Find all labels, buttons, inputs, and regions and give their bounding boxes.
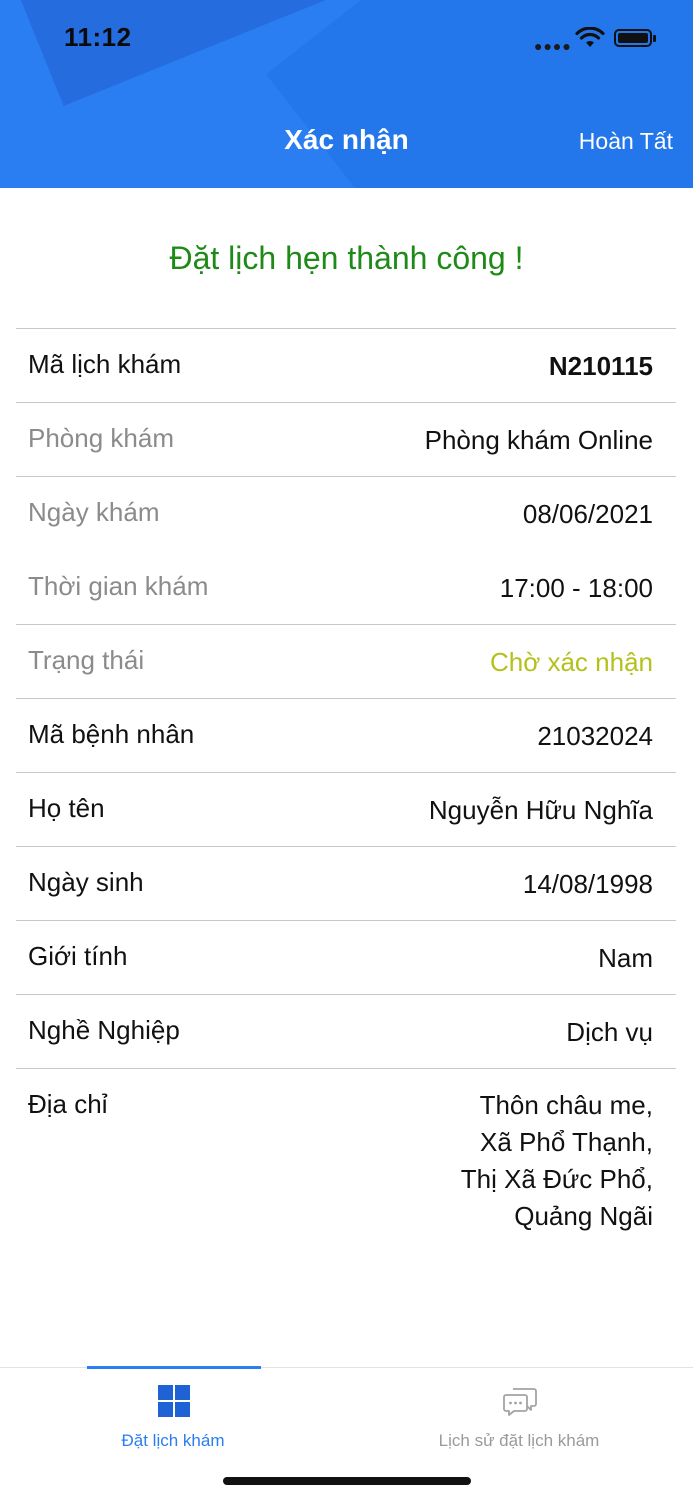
detail-value: 08/06/2021 [522,499,653,529]
detail-row-time: Thời gian khám 17:00 - 18:00 [16,551,676,625]
detail-row-birth-date: Ngày sinh 14/08/1998 [16,847,676,921]
detail-value: N210115 [548,351,653,381]
detail-row-status: Trạng thái Chờ xác nhận [16,625,676,699]
tab-booking-history[interactable]: Lịch sử đặt lịch khám [346,1368,692,1468]
status-time: 11:12 [64,22,132,52]
detail-row-appointment-code: Mã lịch khám N210115 [16,329,676,403]
chat-bubbles-icon [503,1388,537,1416]
detail-value: Thôn châu me, Xã Phổ Thạnh, Thị Xã Đức P… [460,1090,653,1231]
detail-label: Thời gian khám [28,571,209,601]
nav-header: 11:12 ●●●● Xác nhận Hoàn Tất [0,0,693,188]
status-badge: Chờ xác nhận [489,647,653,677]
detail-label: Mã bệnh nhân [28,719,195,749]
wifi-icon [575,27,605,47]
detail-label: Nghề Nghiệp [28,1015,180,1045]
tab-label: Lịch sử đặt lịch khám [438,1431,600,1450]
detail-value: 21032024 [537,721,653,751]
signal-dots-icon: ●●●● [534,38,572,54]
detail-row-clinic: Phòng khám Phòng khám Online [16,403,676,477]
detail-label: Ngày sinh [28,867,144,897]
detail-value: 17:00 - 18:00 [499,573,653,603]
tab-book-appointment[interactable]: Đặt lịch khám [0,1368,346,1468]
detail-row-patient-code: Mã bệnh nhân 21032024 [16,699,676,773]
detail-value: 14/08/1998 [522,869,653,899]
success-message: Đặt lịch hẹn thành công ! [169,240,524,276]
home-indicator [223,1477,471,1485]
appointment-details: Mã lịch khám N210115 Phòng khám Phòng kh… [16,328,676,1249]
detail-row-date: Ngày khám 08/06/2021 [16,477,676,551]
detail-value: Phòng khám Online [424,425,653,455]
detail-value: Nam [598,943,653,973]
detail-row-gender: Giới tính Nam [16,921,676,995]
detail-row-full-name: Họ tên Nguyễn Hữu Nghĩa [16,773,676,847]
detail-label: Phòng khám [28,423,174,453]
grid-icon [158,1385,190,1417]
detail-label: Địa chỉ [28,1089,108,1119]
detail-label: Mã lịch khám [28,349,182,379]
detail-label: Giới tính [28,941,128,971]
battery-icon [614,29,656,47]
done-button[interactable]: Hoàn Tất [579,128,673,155]
detail-row-address: Địa chỉ Thôn châu me, Xã Phổ Thạnh, Thị … [16,1069,676,1249]
detail-label: Ngày khám [28,497,160,527]
detail-row-occupation: Nghề Nghiệp Dịch vụ [16,995,676,1069]
detail-label: Trạng thái [28,645,145,675]
detail-value: Dịch vụ [566,1017,653,1047]
detail-label: Họ tên [28,793,105,823]
detail-value: Nguyễn Hữu Nghĩa [428,795,653,825]
tab-label: Đặt lịch khám [121,1431,225,1450]
